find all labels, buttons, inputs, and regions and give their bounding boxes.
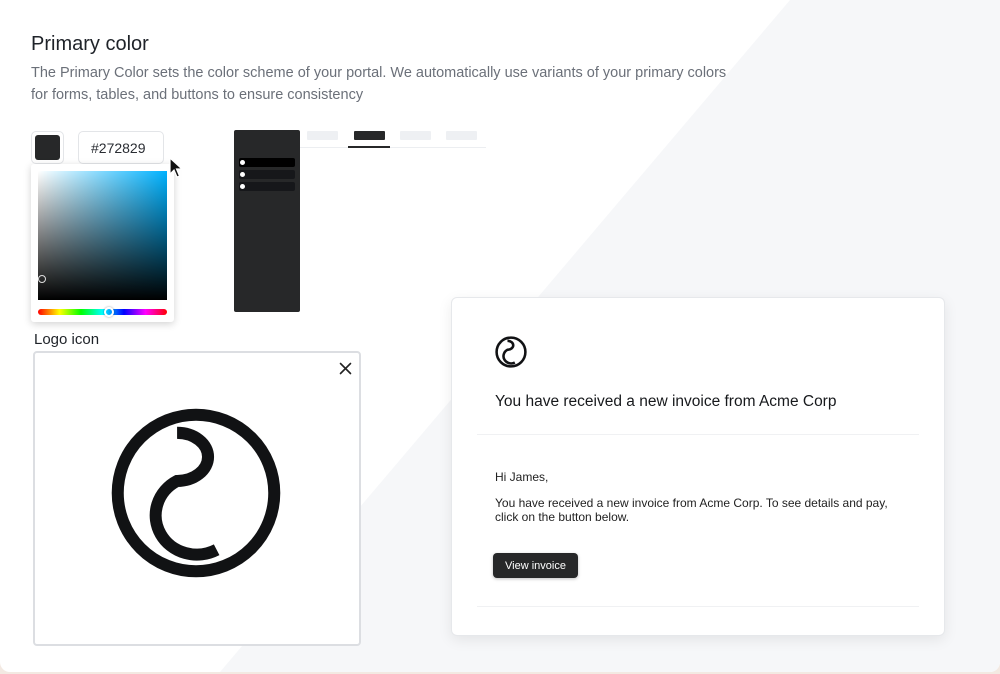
remove-logo-button[interactable] bbox=[336, 359, 354, 377]
primary-color-description: The Primary Color sets the color scheme … bbox=[31, 65, 727, 103]
primary-color-title: Primary color bbox=[31, 33, 149, 55]
hex-color-input[interactable] bbox=[78, 131, 164, 164]
saturation-handle[interactable] bbox=[37, 275, 46, 284]
preview-tab-active bbox=[354, 131, 385, 140]
color-swatch-button[interactable] bbox=[31, 131, 64, 164]
email-body-text: You have received a new invoice from Acm… bbox=[495, 496, 888, 524]
preview-menu-row bbox=[239, 170, 295, 179]
theme-preview-tabs bbox=[300, 130, 486, 148]
preview-tab bbox=[400, 131, 431, 140]
preview-dot bbox=[240, 160, 245, 165]
theme-preview-sidebar bbox=[234, 130, 300, 312]
email-preview-card: You have received a new invoice from Acm… bbox=[451, 297, 945, 636]
hue-slider[interactable] bbox=[38, 309, 167, 315]
divider bbox=[477, 434, 919, 435]
email-greeting: Hi James, bbox=[495, 470, 549, 484]
divider bbox=[477, 606, 919, 607]
mouse-pointer-icon bbox=[169, 157, 184, 178]
preview-dot bbox=[240, 184, 245, 189]
brand-logo-icon bbox=[495, 336, 527, 368]
preview-menu-row bbox=[239, 158, 295, 167]
close-icon bbox=[339, 362, 351, 374]
preview-tab bbox=[307, 131, 338, 140]
color-swatch-fill bbox=[35, 135, 60, 160]
settings-panel: Primary color The Primary Color sets the… bbox=[0, 0, 1000, 672]
preview-menu-row bbox=[239, 182, 295, 191]
preview-tab-underline bbox=[348, 146, 390, 148]
view-invoice-button[interactable]: View invoice bbox=[493, 553, 578, 578]
saturation-value-area[interactable] bbox=[37, 171, 167, 300]
logo-icon-label: Logo icon bbox=[34, 331, 100, 348]
preview-dot bbox=[240, 172, 245, 177]
preview-tab bbox=[446, 131, 477, 140]
color-picker-popover bbox=[31, 164, 174, 322]
brand-logo-icon bbox=[111, 408, 281, 578]
email-subject: You have received a new invoice from Acm… bbox=[495, 393, 837, 410]
hue-slider-handle[interactable] bbox=[103, 307, 114, 317]
